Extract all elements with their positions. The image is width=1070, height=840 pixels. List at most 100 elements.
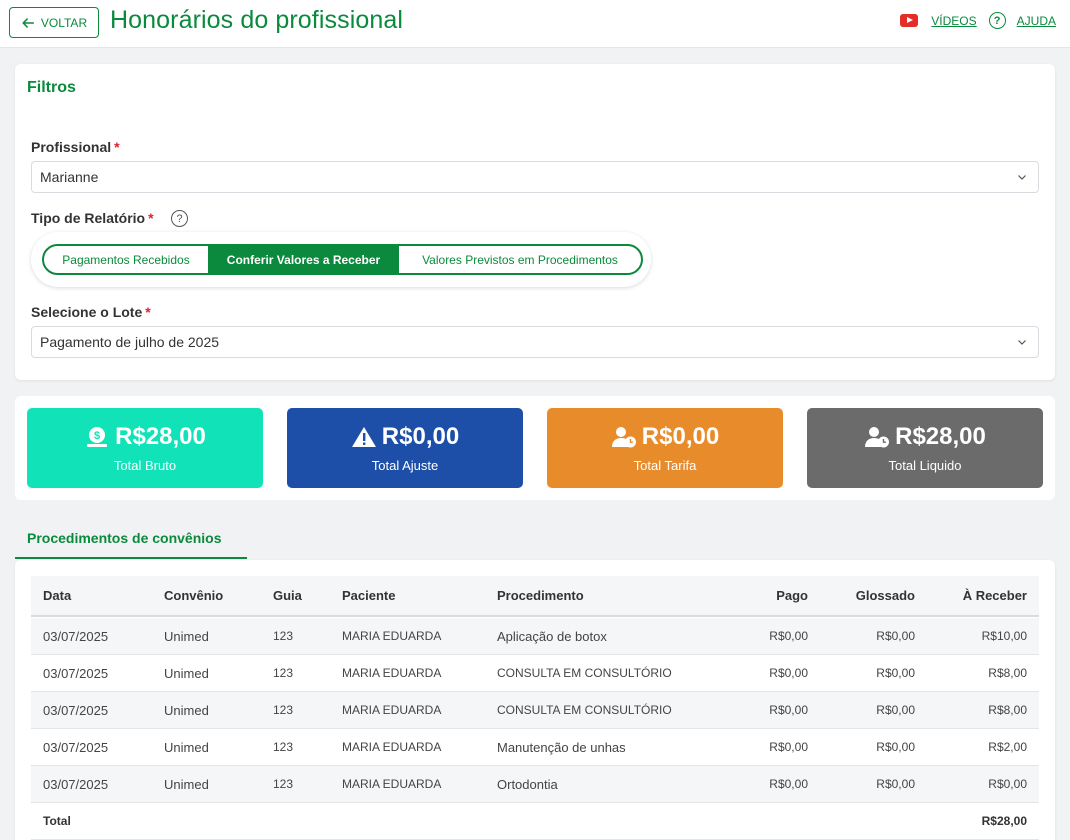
cell-paciente: MARIA EDUARDA: [342, 629, 442, 643]
col-guia[interactable]: Guia: [273, 576, 302, 615]
top-bar: VOLTAR Honorários do profissional VÍDEOS…: [0, 0, 1070, 48]
user-clock-icon: [611, 427, 636, 448]
cell-paciente: MARIA EDUARDA: [342, 740, 442, 754]
report-type-switch: Pagamentos Recebidos Conferir Valores a …: [31, 232, 651, 287]
filters-title: Filtros: [27, 79, 76, 96]
total-bruto-card: $ R$28,00 Total Bruto: [27, 408, 263, 488]
table-row: 03/07/2025 Unimed 123 MARIA EDUARDA CONS…: [31, 692, 1039, 729]
cell-glossado: R$0,00: [876, 629, 915, 643]
cell-convenio: Unimed: [164, 665, 209, 681]
videos-link[interactable]: VÍDEOS: [931, 14, 976, 28]
col-pago[interactable]: Pago: [776, 576, 808, 615]
cell-a-receber: R$10,00: [981, 629, 1027, 643]
lote-value: Pagamento de julho de 2025: [40, 334, 220, 350]
cell-data: 03/07/2025: [43, 702, 109, 718]
cell-convenio: Unimed: [164, 776, 209, 792]
cell-data: 03/07/2025: [43, 739, 109, 755]
chevron-down-icon: [1018, 340, 1026, 345]
cell-procedimento: CONSULTA EM CONSULTÓRIO: [497, 666, 672, 680]
col-glossado[interactable]: Glossado: [856, 576, 915, 615]
required-mark: *: [148, 210, 154, 226]
required-mark: *: [114, 139, 120, 155]
cell-procedimento: Aplicação de botox: [497, 628, 607, 644]
cell-paciente: MARIA EDUARDA: [342, 777, 442, 791]
cell-procedimento: Ortodontia: [497, 776, 558, 792]
tab-conferir-valores[interactable]: Conferir Valores a Receber: [209, 246, 399, 273]
tipo-relatorio-label: Tipo de Relatório *: [31, 210, 154, 226]
cell-pago: R$0,00: [769, 777, 808, 791]
cell-pago: R$0,00: [769, 703, 808, 717]
col-a-receber[interactable]: À Receber: [963, 576, 1027, 615]
total-bruto-value: R$28,00: [115, 423, 206, 450]
cell-procedimento: Manutenção de unhas: [497, 739, 626, 755]
table-total-row: Total R$28,00: [31, 803, 1039, 840]
table-row: 03/07/2025 Unimed 123 MARIA EDUARDA Manu…: [31, 729, 1039, 766]
total-ajuste-value: R$0,00: [381, 423, 460, 450]
cell-glossado: R$0,00: [876, 740, 915, 754]
total-label: Total: [43, 814, 71, 828]
cell-convenio: Unimed: [164, 739, 209, 755]
tab-valores-previstos[interactable]: Valores Previstos em Procedimentos: [399, 246, 641, 273]
money-bag-icon: $: [87, 427, 108, 447]
cell-glossado: R$0,00: [876, 777, 915, 791]
warning-icon: [351, 427, 376, 447]
total-liquido-card: R$28,00 Total Liquido: [807, 408, 1043, 488]
table-header: Data Convênio Guia Paciente Procedimento…: [31, 576, 1039, 617]
col-convenio[interactable]: Convênio: [164, 576, 223, 615]
total-tarifa-card: R$0,00 Total Tarifa: [547, 408, 783, 488]
total-ajuste-label: Total Ajuste: [371, 458, 439, 473]
total-tarifa-label: Total Tarifa: [633, 458, 697, 473]
cell-pago: R$0,00: [769, 666, 808, 680]
cell-pago: R$0,00: [769, 629, 808, 643]
back-button[interactable]: VOLTAR: [9, 7, 99, 38]
total-liquido-value: R$28,00: [895, 423, 986, 450]
col-paciente[interactable]: Paciente: [342, 576, 395, 615]
cell-guia: 123: [273, 777, 294, 791]
cell-guia: 123: [273, 703, 294, 717]
total-bruto-label: Total Bruto: [113, 458, 177, 473]
cell-a-receber: R$0,00: [988, 777, 1027, 791]
page-title: Honorários do profissional: [110, 6, 404, 34]
filters-card: Filtros Profissional * Marianne Tipo de R…: [15, 64, 1055, 380]
cell-guia: 123: [273, 629, 294, 643]
arrow-left-icon: [22, 17, 34, 28]
cell-paciente: MARIA EDUARDA: [342, 666, 442, 680]
required-mark: *: [145, 304, 151, 320]
chevron-down-icon: [1018, 175, 1026, 180]
question-icon[interactable]: ?: [171, 210, 188, 227]
back-button-label: VOLTAR: [40, 15, 88, 30]
cell-a-receber: R$2,00: [988, 740, 1027, 754]
cell-glossado: R$0,00: [876, 703, 915, 717]
profissional-select[interactable]: Marianne: [31, 161, 1039, 193]
summary-band: $ R$28,00 Total Bruto R$0,00 Total Ajust…: [15, 396, 1055, 500]
cell-paciente: MARIA EDUARDA: [342, 703, 442, 717]
cell-pago: R$0,00: [769, 740, 808, 754]
cell-data: 03/07/2025: [43, 776, 109, 792]
tab-pagamentos-recebidos[interactable]: Pagamentos Recebidos: [44, 246, 209, 273]
cell-procedimento: CONSULTA EM CONSULTÓRIO: [497, 703, 672, 717]
table-row: 03/07/2025 Unimed 123 MARIA EDUARDA CONS…: [31, 655, 1039, 692]
cell-guia: 123: [273, 740, 294, 754]
total-value: R$28,00: [981, 814, 1027, 828]
top-links: VÍDEOS ? AJUDA: [900, 12, 1056, 29]
tab-procedimentos-convenios[interactable]: Procedimentos de convênios: [27, 530, 222, 546]
cell-glossado: R$0,00: [876, 666, 915, 680]
cell-data: 03/07/2025: [43, 665, 109, 681]
cell-convenio: Unimed: [164, 702, 209, 718]
user-clock-icon: [865, 427, 890, 448]
total-tarifa-value: R$0,00: [641, 423, 720, 450]
help-icon: ?: [988, 12, 1006, 29]
lote-select[interactable]: Pagamento de julho de 2025: [31, 326, 1039, 358]
table-row: 03/07/2025 Unimed 123 MARIA EDUARDA Apli…: [31, 618, 1039, 655]
cell-guia: 123: [273, 666, 294, 680]
tab-underline: [15, 557, 247, 559]
cell-a-receber: R$8,00: [988, 666, 1027, 680]
svg-text:$: $: [94, 430, 100, 442]
col-data[interactable]: Data: [43, 576, 71, 615]
lote-label: Selecione o Lote *: [31, 304, 151, 320]
col-procedimento[interactable]: Procedimento: [497, 576, 584, 615]
cell-a-receber: R$8,00: [988, 703, 1027, 717]
help-link[interactable]: AJUDA: [1017, 14, 1056, 28]
total-liquido-label: Total Liquido: [888, 458, 962, 473]
cell-data: 03/07/2025: [43, 628, 109, 644]
